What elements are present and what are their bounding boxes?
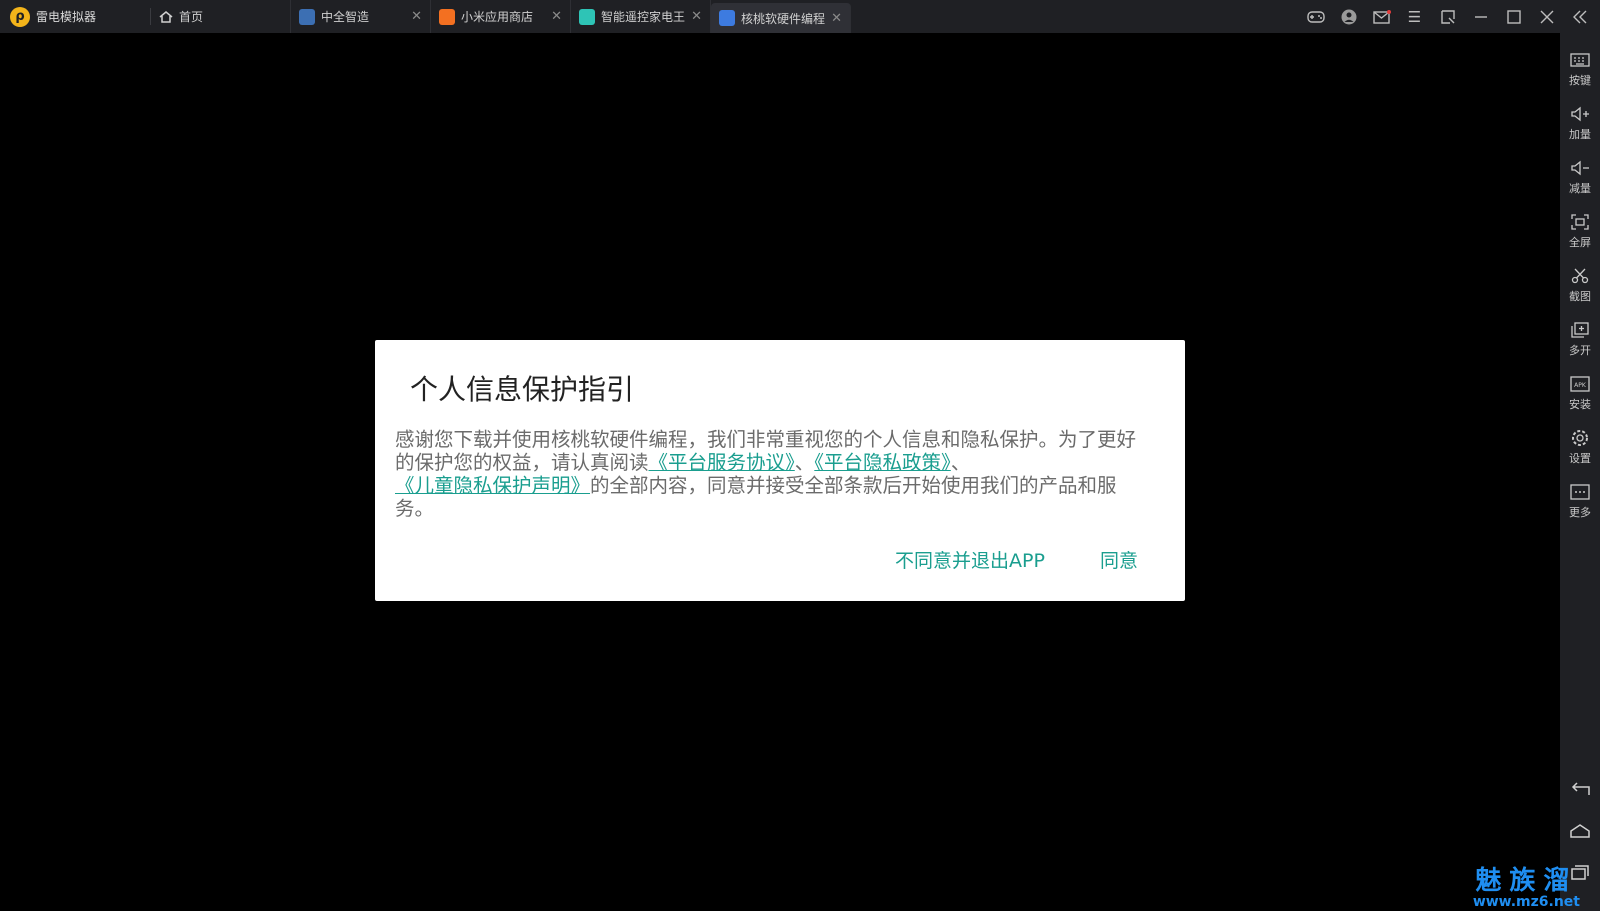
fullscreen-icon [1571,214,1589,230]
volume-down-icon [1571,160,1589,176]
close-icon[interactable]: ✕ [687,9,702,24]
tab-mi-appstore[interactable]: 小米应用商店 ✕ [431,0,571,33]
menu-icon[interactable]: ☰ [1398,0,1431,33]
collapse-sidebar-icon[interactable] [1563,0,1596,33]
child-privacy-link[interactable]: 《儿童隐私保护声明》 [395,474,590,497]
disagree-exit-button[interactable]: 不同意并退出APP [895,546,1045,573]
sidebar-item-settings[interactable]: 设置 [1560,427,1600,477]
app-logo-icon: ρ [10,6,30,27]
watermark-cn: 魅族溜 [1475,866,1578,896]
close-icon[interactable]: ✕ [547,9,562,24]
app-brand: ρ 雷电模拟器 [0,0,150,33]
tab-label: 首页 [179,10,204,24]
sidebar-item-multi-instance[interactable]: 多开 [1560,319,1600,369]
sidebar-item-label: 截图 [1569,290,1591,303]
restore-window-icon[interactable] [1431,0,1464,33]
home-button[interactable] [1560,816,1600,846]
watermark: 魅族溜 www.mz6.net [1473,867,1580,909]
title-bar: ρ 雷电模拟器 首页 中全智造 ✕ 小米应用商店 ✕ 智能遥控家电王 ✕ 核桃软… [0,0,1600,33]
avatar-icon[interactable] [1332,0,1365,33]
privacy-policy-link[interactable]: 《平台隐私政策》 [814,451,951,474]
sidebar-item-label: 加量 [1569,128,1591,141]
sidebar-item-label: 减量 [1569,182,1591,195]
hetao-app-icon [719,10,735,26]
more-icon [1570,484,1590,500]
zhongquan-app-icon [299,8,315,25]
close-icon[interactable]: ✕ [827,11,842,26]
sidebar-item-label: 设置 [1569,452,1591,465]
minimize-icon[interactable] [1464,0,1497,33]
remote-control-app-icon [579,8,595,25]
sidebar-item-label: 按键 [1569,74,1591,87]
keyboard-icon [1570,53,1590,67]
tab-zhongquan[interactable]: 中全智造 ✕ [291,0,431,33]
scissors-icon [1571,268,1589,284]
sidebar-item-keymap[interactable]: 按键 [1560,49,1600,99]
separator: 、 [950,451,971,474]
maximize-icon[interactable] [1497,0,1530,33]
gamepad-icon[interactable] [1299,0,1332,33]
privacy-dialog: 个人信息保护指引 感谢您下载并使用核桃软硬件编程，我们非常重视您的个人信息和隐私… [375,340,1185,601]
sidebar-item-label: 全屏 [1569,236,1591,249]
home-icon [159,10,173,23]
tab-label: 智能遥控家电王 [601,10,686,24]
back-button[interactable] [1560,774,1600,804]
sidebar-item-label: 安装 [1569,398,1591,411]
mi-appstore-icon [439,8,455,25]
mail-icon[interactable] [1365,0,1398,33]
watermark-url: www.mz6.net [1472,894,1580,910]
sidebar-item-volume-up[interactable]: 加量 [1560,103,1600,153]
tab-label: 中全智造 [321,10,370,24]
dialog-title: 个人信息保护指引 [410,373,635,406]
sidebar-item-volume-down[interactable]: 减量 [1560,157,1600,207]
service-agreement-link[interactable]: 《平台服务协议》 [649,451,795,474]
tab-hetao-programming[interactable]: 核桃软硬件编程 ✕ [711,3,851,33]
close-icon[interactable]: ✕ [407,9,422,24]
multi-instance-icon [1571,322,1589,338]
sidebar-item-label: 更多 [1569,506,1591,519]
svg-text:APK: APK [1574,382,1587,389]
apk-icon: APK [1570,376,1590,392]
back-icon [1571,782,1590,795]
gear-icon [1572,430,1588,446]
dialog-body: 感谢您下载并使用核桃软硬件编程，我们非常重视您的个人信息和隐私保护。为了更好的保… [395,428,1155,520]
sidebar-item-fullscreen[interactable]: 全屏 [1560,211,1600,261]
agree-button[interactable]: 同意 [1100,546,1138,573]
sidebar-item-label: 多开 [1569,344,1591,357]
sidebar-item-screenshot[interactable]: 截图 [1560,265,1600,315]
volume-up-icon [1571,106,1589,122]
tab-label: 核桃软硬件编程 [741,11,826,26]
window-controls: ☰ [1299,0,1600,33]
right-toolbar: 按键 加量 减量 全屏 截图 多开 APK 安装 设置 更多 [1560,33,1600,911]
sidebar-item-more[interactable]: 更多 [1560,481,1600,531]
tab-home[interactable]: 首页 [151,0,291,33]
tab-remote-control[interactable]: 智能遥控家电王 ✕ [571,0,711,33]
close-window-icon[interactable] [1530,0,1563,33]
sidebar-item-install-apk[interactable]: APK 安装 [1560,373,1600,423]
separator: 、 [794,451,815,474]
tab-label: 小米应用商店 [461,10,534,24]
home-icon [1570,824,1590,838]
app-name: 雷电模拟器 [36,10,97,24]
